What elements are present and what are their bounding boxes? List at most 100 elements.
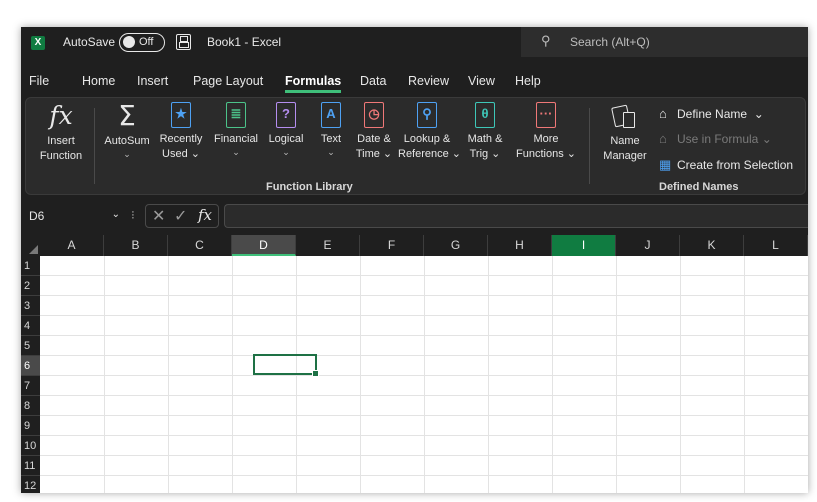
math-trig-button[interactable]: θ Math & Trig ⌄ <box>462 102 508 162</box>
column-header[interactable]: B <box>104 235 168 256</box>
column-header-bar: A B C D E F G H I J K L <box>21 235 808 256</box>
grid-line <box>40 475 808 476</box>
use-in-formula-button[interactable]: ⌂ Use in Formula ⌄ <box>659 131 772 146</box>
save-icon[interactable] <box>176 34 191 50</box>
search-placeholder: Search (Alt+Q) <box>570 35 650 49</box>
formula-tag-icon: ⌂ <box>659 131 667 146</box>
column-header[interactable]: K <box>680 235 744 256</box>
recently-used-button[interactable]: ★ Recently Used ⌄ <box>156 102 206 162</box>
column-header[interactable]: C <box>168 235 232 256</box>
create-from-selection-icon: ▦ <box>659 157 672 172</box>
formula-buttons: ✕ ✓ fx <box>145 204 219 228</box>
theta-book-icon: θ <box>475 102 495 128</box>
enter-icon[interactable]: ✓ <box>174 206 187 226</box>
tab-page-layout[interactable]: Page Layout <box>193 74 263 88</box>
column-header-selected[interactable]: D <box>232 235 296 256</box>
more-functions-button[interactable]: ··· More Functions ⌄ <box>514 102 578 162</box>
lookup-reference-button[interactable]: ⚲ Lookup & Reference ⌄ <box>398 102 461 162</box>
grid-line <box>40 395 808 396</box>
row-header-selected[interactable]: 6 <box>21 356 40 376</box>
ribbon-formulas: fx Insert Function Σ AutoSum ⌄ ★ Recentl… <box>25 97 806 195</box>
name-manager-icon <box>611 102 639 130</box>
ribbon-divider <box>589 108 590 184</box>
row-header[interactable]: 12 <box>21 476 40 493</box>
logical-book-icon: ? <box>276 102 296 128</box>
document-title: Book1 - Excel <box>207 35 282 49</box>
star-book-icon: ★ <box>171 102 191 128</box>
column-header[interactable]: F <box>360 235 424 256</box>
row-header[interactable]: 2 <box>21 276 40 296</box>
clock-book-icon: ◷ <box>364 102 384 128</box>
row-header[interactable]: 10 <box>21 436 40 456</box>
row-header[interactable]: 7 <box>21 376 40 396</box>
column-header[interactable]: H <box>488 235 552 256</box>
more-functions-book-icon: ··· <box>536 102 556 128</box>
tab-view[interactable]: View <box>468 74 495 88</box>
financial-button[interactable]: ≣ Financial ⌄ <box>210 102 262 157</box>
function-library-label: Function Library <box>266 181 353 193</box>
column-header[interactable]: L <box>744 235 808 256</box>
grid-line <box>40 435 808 436</box>
title-bar: X AutoSave Off Book1 - Excel ⚲ Search (A… <box>21 27 808 59</box>
tab-review[interactable]: Review <box>408 74 449 88</box>
active-cell-d6[interactable] <box>253 354 319 377</box>
insert-function-icon[interactable]: fx <box>198 206 212 224</box>
grid-line <box>40 455 808 456</box>
tab-data[interactable]: Data <box>360 74 386 88</box>
define-name-button[interactable]: ⌂ Define Name ⌄ <box>659 106 764 121</box>
defined-names-label: Defined Names <box>659 181 739 193</box>
excel-logo-icon: X <box>31 36 45 50</box>
name-manager-button[interactable]: Name Manager <box>596 102 654 164</box>
column-header[interactable]: J <box>616 235 680 256</box>
column-header[interactable]: E <box>296 235 360 256</box>
tab-formulas[interactable]: Formulas <box>285 74 342 93</box>
create-from-selection-button[interactable]: ▦ Create from Selection <box>659 157 793 173</box>
sigma-icon: Σ <box>118 99 136 132</box>
tab-file[interactable]: File <box>29 74 49 88</box>
grid-line <box>40 275 808 276</box>
search-box[interactable]: ⚲ Search (Alt+Q) <box>521 27 808 57</box>
insert-function-button[interactable]: fx Insert Function <box>36 102 86 164</box>
toggle-knob-icon <box>123 36 135 48</box>
grid-line <box>40 375 808 376</box>
grid-line <box>40 295 808 296</box>
row-header[interactable]: 4 <box>21 316 40 336</box>
autosave-state: Off <box>139 35 154 48</box>
tag-icon: ⌂ <box>659 106 667 121</box>
text-button[interactable]: A Text ⌄ <box>314 102 348 157</box>
formula-input[interactable] <box>224 204 808 228</box>
row-header[interactable]: 5 <box>21 336 40 356</box>
date-time-button[interactable]: ◷ Date & Time ⌄ <box>352 102 396 162</box>
row-header[interactable]: 1 <box>21 256 40 276</box>
chevron-down-icon[interactable]: ⌄ <box>112 209 120 220</box>
grid-line <box>40 315 808 316</box>
function-icon: fx <box>49 101 73 130</box>
grid-line <box>40 355 808 356</box>
ribbon-divider <box>94 108 95 184</box>
excel-window: X AutoSave Off Book1 - Excel ⚲ Search (A… <box>21 27 808 493</box>
row-header[interactable]: 11 <box>21 456 40 476</box>
cancel-icon[interactable]: ✕ <box>152 206 165 226</box>
name-box[interactable]: D6 ⌄ <box>26 205 124 227</box>
chevron-down-icon: ⌄ <box>753 107 764 121</box>
tab-home[interactable]: Home <box>82 74 115 88</box>
ribbon-tabs: File Home Insert Page Layout Formulas Da… <box>21 59 808 93</box>
row-header[interactable]: 9 <box>21 416 40 436</box>
autosave-toggle[interactable]: Off <box>119 33 165 52</box>
autosum-button[interactable]: Σ AutoSum ⌄ <box>100 99 154 160</box>
column-header[interactable]: A <box>40 235 104 256</box>
tab-help[interactable]: Help <box>515 74 541 88</box>
row-header[interactable]: 3 <box>21 296 40 316</box>
tab-insert[interactable]: Insert <box>137 74 168 88</box>
lookup-book-icon: ⚲ <box>417 102 437 128</box>
column-header[interactable]: G <box>424 235 488 256</box>
grid-line <box>40 335 808 336</box>
formula-bar: D6 ⌄ ⁝ ✕ ✓ fx <box>21 199 808 233</box>
row-header[interactable]: 8 <box>21 396 40 416</box>
worksheet-grid: A B C D E F G H I J K L 1 2 3 4 5 6 7 8 … <box>21 235 808 493</box>
column-header-highlighted[interactable]: I <box>552 235 616 256</box>
resize-handle-icon[interactable]: ⁝ <box>131 208 135 222</box>
logical-button[interactable]: ? Logical ⌄ <box>264 102 308 157</box>
cell-area[interactable] <box>40 256 808 493</box>
select-all-button[interactable] <box>21 235 40 256</box>
